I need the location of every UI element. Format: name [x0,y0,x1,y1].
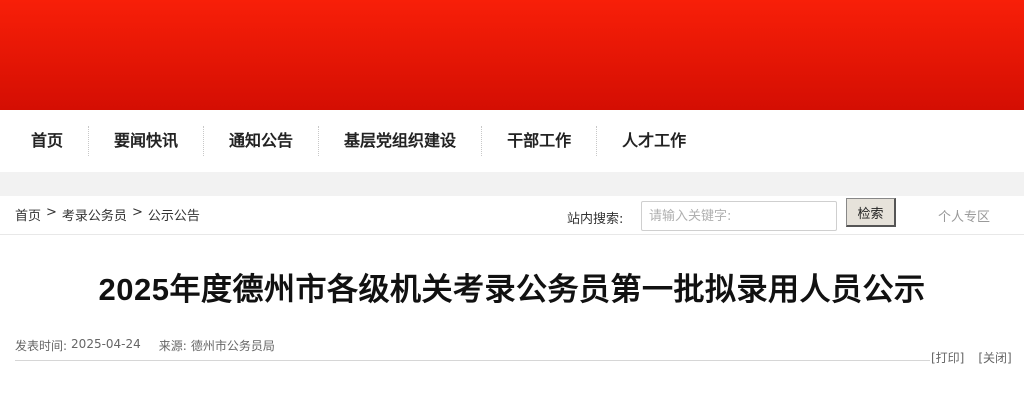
search-label: 站内搜索: [567,212,624,227]
personal-zone-link[interactable]: 个人专区 [938,206,990,225]
header-banner [0,0,1024,110]
source-value: 德州市公务员局 [190,339,275,353]
nav-item-cadre-work[interactable]: 干部工作 [482,126,598,156]
meta-divider [15,360,930,361]
section-divider-band [0,172,1024,196]
breadcrumb-separator: > [131,205,143,220]
nav-item-party-building[interactable]: 基层党组织建设 [319,126,483,156]
publish-date: 2025-04-24 [71,337,141,351]
breadcrumb-announcements[interactable]: 公示公告 [148,205,200,224]
nav-item-home[interactable]: 首页 [6,126,90,156]
source-label: 来源: [158,339,187,353]
nav-item-talent-work[interactable]: 人才工作 [597,126,711,156]
article-title: 2025年度德州市各级机关考录公务员第一批拟录用人员公示 [98,272,926,307]
publish-info: 发表时间: 2025-04-24 [15,337,141,354]
breadcrumb-civil-servant-exam[interactable]: 考录公务员 [62,205,127,224]
close-link[interactable]: [关闭] [978,349,1011,366]
print-link[interactable]: [打印] [931,349,964,366]
breadcrumb-home[interactable]: 首页 [15,205,41,224]
source-info: 来源: 德州市公务员局 [159,337,275,354]
search-button[interactable]: 检索 [846,198,896,227]
breadcrumb: 首页 > 考录公务员 > 公示公告 [15,205,200,224]
article-actions: [打印] [关闭] [931,349,1012,366]
search-input[interactable] [641,201,837,231]
publish-label: 发表时间: [15,339,68,353]
nav-item-notices[interactable]: 通知公告 [204,126,320,156]
main-nav: 首页 要闻快讯 通知公告 基层党组织建设 干部工作 人才工作 [0,110,1024,172]
sub-toolbar: 首页 > 考录公务员 > 公示公告 站内搜索: 检索 个人专区 [0,196,1024,235]
breadcrumb-separator: > [46,205,57,220]
nav-item-news[interactable]: 要闻快讯 [89,126,205,156]
article-meta: 发表时间: 2025-04-24 来源: 德州市公务员局 [15,337,275,354]
